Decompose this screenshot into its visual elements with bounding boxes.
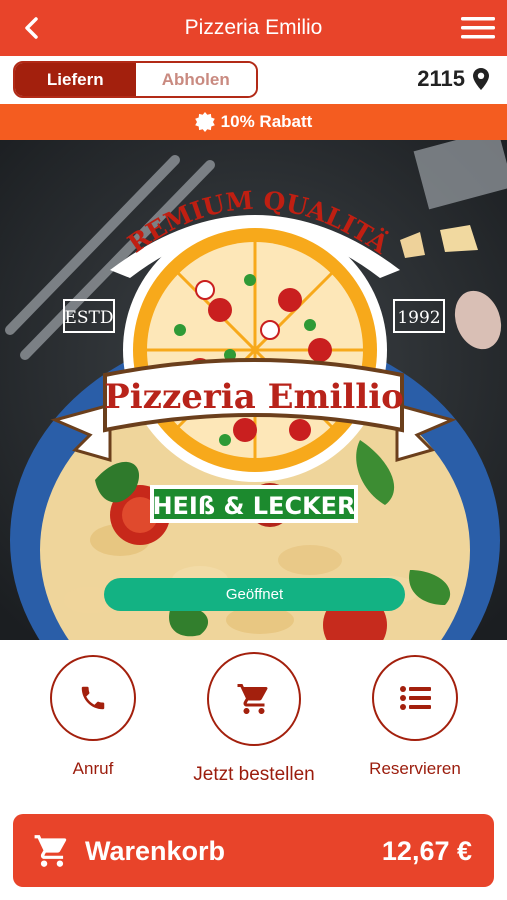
cart-total: 12,67 € bbox=[381, 836, 472, 866]
badge-icon bbox=[194, 112, 215, 132]
cart-button[interactable]: Warenkorb 12,67 € bbox=[13, 814, 494, 887]
cart-icon bbox=[34, 835, 67, 867]
reserve-action[interactable]: Reservieren bbox=[369, 655, 461, 779]
postcode-value: 2115 bbox=[417, 66, 465, 91]
hero-estd: ESTD bbox=[64, 308, 113, 328]
order-label: Jetzt bestellen bbox=[193, 764, 315, 785]
phone-icon bbox=[81, 686, 105, 710]
option-liefern[interactable]: Liefern bbox=[15, 63, 136, 96]
option-abholen[interactable]: Abholen bbox=[135, 63, 256, 96]
shopping-cart-icon bbox=[237, 684, 268, 714]
list-icon bbox=[400, 686, 431, 710]
discount-banner[interactable]: 10% Rabatt bbox=[0, 104, 507, 140]
page-title: Pizzeria Emilio bbox=[184, 16, 323, 39]
call-label: Anruf bbox=[72, 759, 114, 778]
reserve-label: Reservieren bbox=[369, 759, 461, 778]
delivery-bar: Liefern Abholen 2115 bbox=[0, 56, 507, 104]
order-action[interactable]: Jetzt bestellen bbox=[193, 652, 315, 786]
pizza-illustration bbox=[123, 218, 387, 482]
discount-label: 10% Rabatt bbox=[220, 112, 313, 131]
app-header: Pizzeria Emilio bbox=[0, 0, 507, 56]
hero-brand-name: Pizzeria Emillio bbox=[104, 377, 404, 417]
postcode-selector[interactable]: 2115 bbox=[417, 66, 489, 92]
hamburger-menu-icon[interactable] bbox=[461, 14, 495, 42]
call-action[interactable]: Anruf bbox=[50, 655, 136, 779]
delivery-mode-toggle: Liefern Abholen bbox=[13, 61, 258, 98]
cart-label: Warenkorb bbox=[85, 836, 226, 866]
open-status-button[interactable]: Geöffnet bbox=[104, 578, 405, 611]
hero-image: PREMIUM QUALITÄT ESTD 1992 bbox=[0, 140, 507, 640]
hero-year: 1992 bbox=[397, 308, 440, 328]
hero-slogan: HEIß & LECKER bbox=[152, 492, 355, 520]
map-pin-icon bbox=[473, 68, 489, 90]
